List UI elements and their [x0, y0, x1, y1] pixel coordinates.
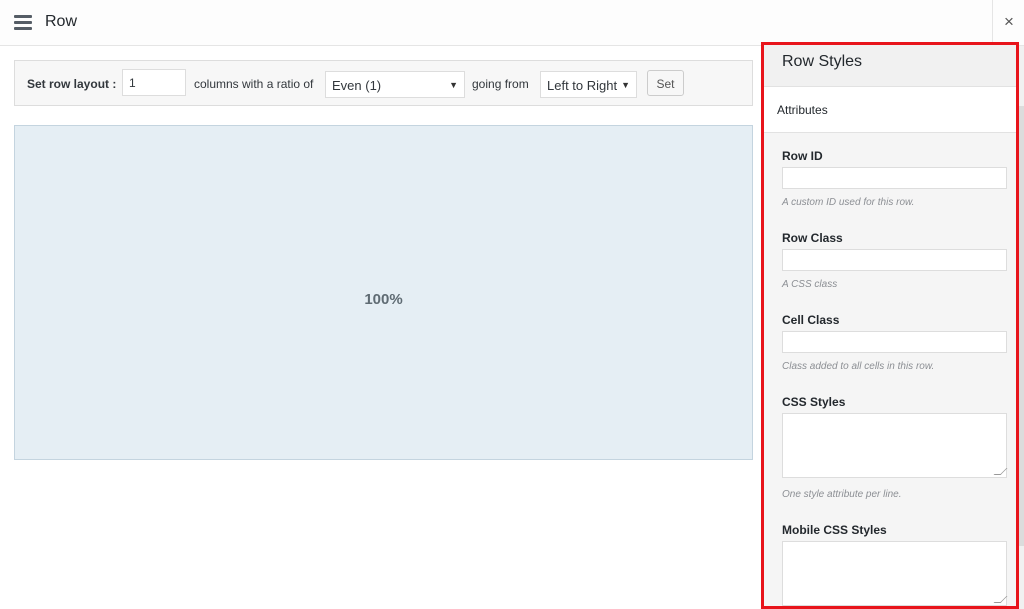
cell-width-label: 100% — [364, 291, 403, 308]
scrollbar-thumb[interactable] — [1019, 106, 1024, 546]
set-button[interactable]: Set — [647, 70, 684, 96]
page-title: Row — [45, 13, 78, 30]
direction-label: going from — [472, 77, 529, 91]
resize-handle-icon[interactable] — [993, 468, 1008, 475]
row-class-description: A CSS class — [782, 279, 838, 290]
cell-class-label: Cell Class — [782, 313, 840, 327]
editor-header: Row × — [0, 0, 1024, 46]
set-row-layout-label: Set row layout : — [27, 77, 117, 91]
close-icon[interactable]: × — [993, 12, 1024, 32]
css-styles-label: CSS Styles — [782, 395, 846, 409]
dropdown-arrow-icon: ▼ — [449, 80, 458, 90]
css-styles-textarea[interactable] — [782, 413, 1008, 478]
cell-class-input[interactable] — [782, 331, 1007, 353]
sidebar-title: Row Styles — [782, 53, 863, 70]
direction-select[interactable]: Left to Right ▼ — [540, 71, 637, 98]
close-button[interactable]: × — [992, 0, 1024, 46]
mobile-css-styles-label: Mobile CSS Styles — [782, 523, 887, 537]
row-layout-toolbar: Set row layout : columns with a ratio of… — [14, 60, 753, 106]
attributes-section-label: Attributes — [777, 103, 828, 117]
row-id-description: A custom ID used for this row. — [782, 197, 915, 208]
row-id-label: Row ID — [782, 149, 823, 163]
row-cell[interactable]: 100% — [14, 125, 753, 460]
row-id-input[interactable] — [782, 167, 1007, 189]
ratio-select[interactable]: Even (1) ▼ — [325, 71, 465, 98]
hamburger-icon[interactable] — [14, 15, 32, 30]
columns-input[interactable] — [122, 69, 186, 96]
row-class-label: Row Class — [782, 231, 843, 245]
ratio-select-value: Even (1) — [332, 78, 382, 93]
resize-handle-icon[interactable] — [993, 596, 1008, 603]
row-editor-window: Row × Set row layout : columns with a ra… — [0, 0, 1024, 609]
row-styles-sidebar: Row Styles Attributes Row ID A custom ID… — [763, 44, 1017, 609]
sidebar-scrollbar[interactable] — [1019, 46, 1024, 609]
attributes-section-toggle[interactable]: Attributes — [763, 87, 1017, 133]
cell-class-description: Class added to all cells in this row. — [782, 361, 935, 372]
sidebar-header: Row Styles — [763, 44, 1017, 87]
css-styles-description: One style attribute per line. — [782, 489, 902, 500]
ratio-label: columns with a ratio of — [194, 77, 314, 91]
direction-select-value: Left to Right — [547, 78, 618, 93]
dropdown-arrow-icon: ▼ — [621, 80, 630, 90]
row-class-input[interactable] — [782, 249, 1007, 271]
mobile-css-styles-textarea[interactable] — [782, 541, 1008, 606]
